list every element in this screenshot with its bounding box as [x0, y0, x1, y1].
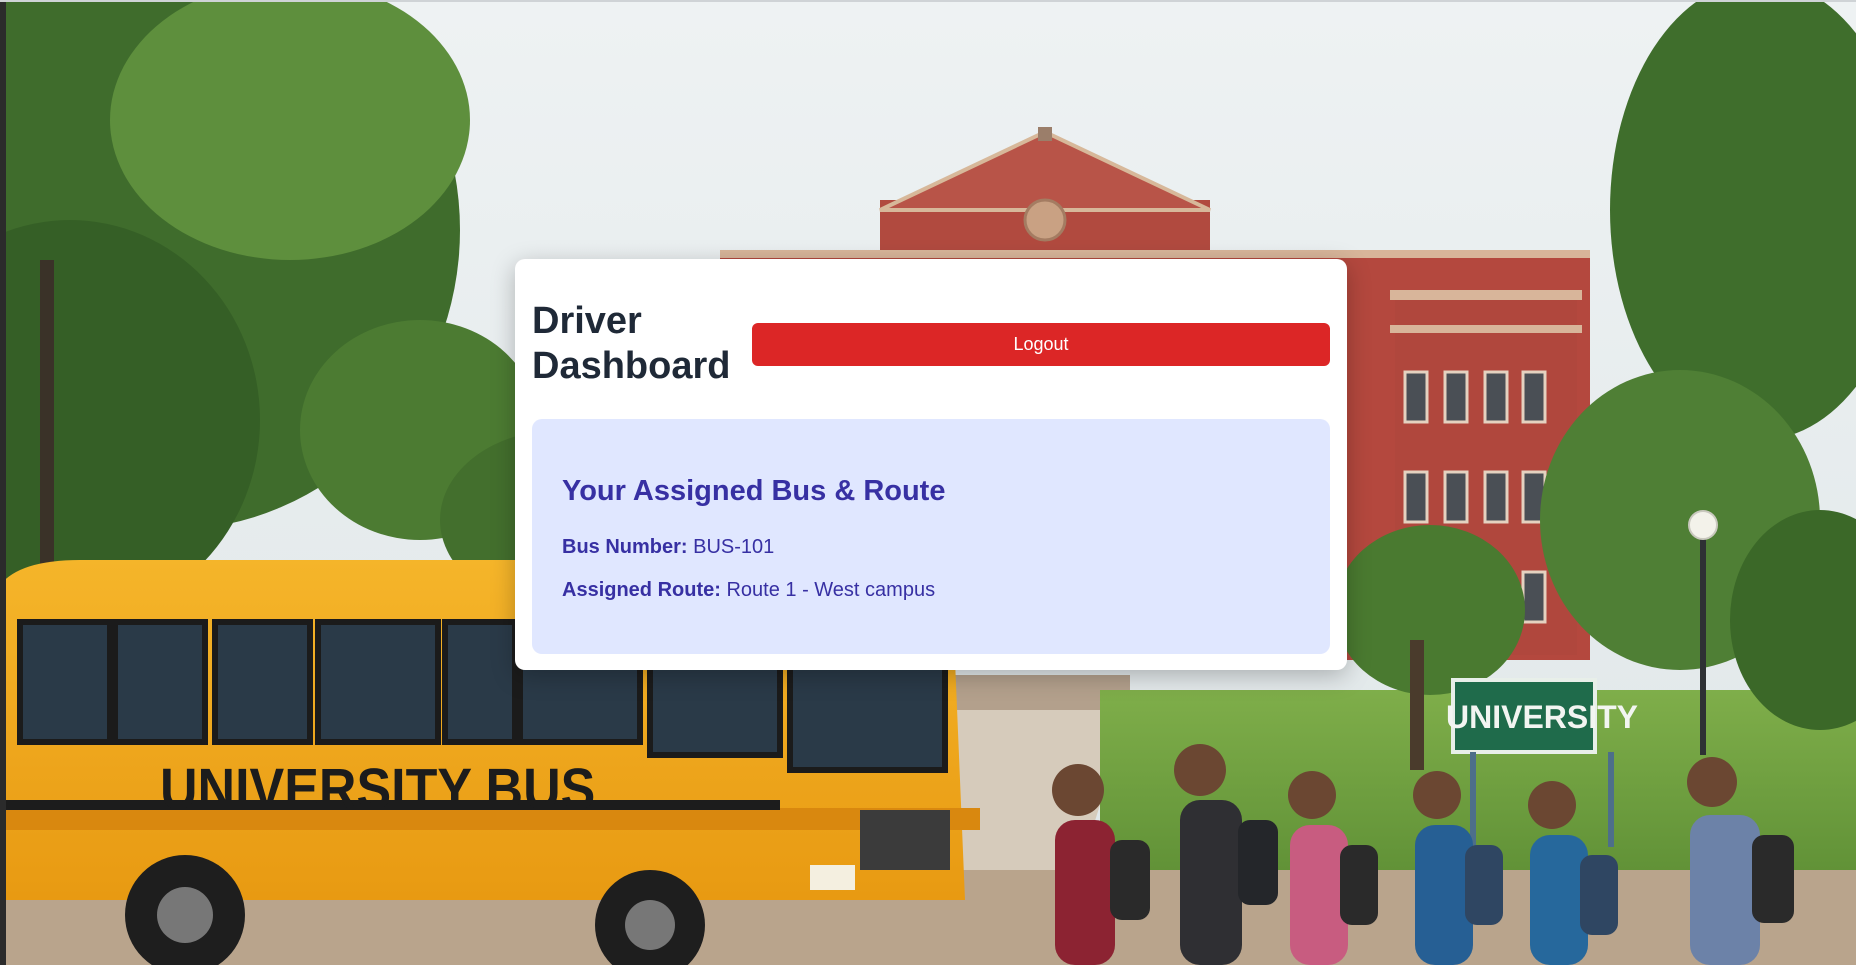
page-viewport: UNIVERSITY UNIVERSITY BUS Driver Dashboa… [0, 0, 1856, 965]
assignment-heading: Your Assigned Bus & Route [562, 475, 946, 507]
bus-number-row: Bus Number: BUS-101 [562, 536, 774, 559]
dashboard-card: Driver Dashboard Logout Your Assigned Bu… [515, 259, 1347, 670]
window-left-edge [0, 0, 6, 965]
university-sign-text: UNIVERSITY [1446, 699, 1638, 735]
assignment-panel: Your Assigned Bus & Route Bus Number: BU… [532, 419, 1330, 654]
page-title: Driver Dashboard [532, 300, 731, 387]
bus-number-label: Bus Number: [562, 536, 688, 558]
assigned-route-value: Route 1 - West campus [726, 579, 936, 601]
logout-button[interactable]: Logout [752, 323, 1330, 366]
bus-side-text: UNIVERSITY BUS [160, 757, 595, 821]
window-top-border [0, 0, 1856, 2]
assigned-route-row: Assigned Route: Route 1 - West campus [562, 579, 935, 602]
assigned-route-label: Assigned Route: [562, 579, 721, 601]
bus-number-value: BUS-101 [693, 536, 775, 558]
